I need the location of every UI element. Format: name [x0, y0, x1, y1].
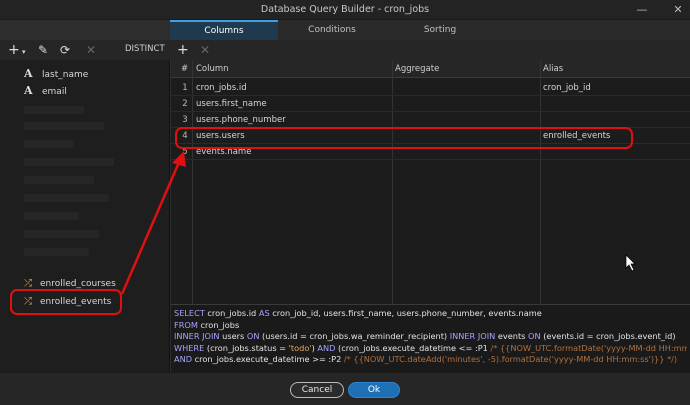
sql-comment: /* {{NOW_UTC.formatDate('yyyy-MM-dd HH:m…	[490, 342, 688, 353]
blurred-item	[24, 122, 104, 130]
blurred-item	[24, 140, 74, 148]
sql-keyword: SELECT	[174, 308, 205, 318]
sql-text: (users.id = cron_jobs.wa_reminder_recipi…	[259, 331, 450, 342]
tab-conditions[interactable]: Conditions	[278, 20, 386, 40]
blurred-item	[24, 176, 94, 184]
sql-text: (cron_jobs.execute_datetime <= :P1	[335, 342, 491, 353]
ok-button[interactable]: Ok	[348, 382, 400, 398]
sql-text: (events.id = cron_jobs.event_id)	[540, 331, 676, 342]
sql-string: 'todo'	[288, 342, 312, 353]
sql-keyword: INNER JOIN	[449, 331, 496, 342]
highlight-relation-annotation	[10, 289, 122, 315]
sql-text: cron_job_id, users.first_name, users.pho…	[269, 308, 542, 318]
sql-line: WHERE (cron_jobs.status = 'todo') AND (c…	[174, 343, 687, 355]
title-bar: Database Query Builder - cron_jobs — ✕	[0, 0, 690, 20]
blurred-item	[24, 194, 109, 202]
pencil-icon[interactable]: ✎	[38, 42, 48, 58]
grid-header: # Column Aggregate Alias	[171, 60, 690, 78]
sql-text: (cron_jobs.status =	[204, 342, 289, 353]
blurred-item	[24, 230, 99, 238]
sql-preview[interactable]: SELECT cron_jobs.id AS cron_job_id, user…	[171, 304, 690, 372]
sql-line: AND cron_jobs.execute_datetime >= :P2 /*…	[174, 354, 687, 366]
highlight-row-annotation	[175, 127, 633, 149]
close-icon[interactable]: ✕	[670, 2, 686, 18]
header-num: #	[181, 64, 189, 74]
sql-keyword: INNER JOIN	[174, 331, 220, 342]
left-toolbar: + ▾ ✎ ⟳ ✕ DISTINCT	[0, 40, 170, 60]
text-field-icon: A	[24, 67, 33, 80]
tab-bar: Columns Conditions Sorting	[170, 20, 690, 40]
sql-comment: /* {{NOW_UTC.dateAdd('minutes', -5).form…	[343, 354, 678, 365]
remove-column-button[interactable]: ✕	[200, 42, 210, 58]
relation-label: enrolled_courses	[40, 279, 116, 289]
header-column[interactable]: Column	[196, 60, 229, 78]
blurred-item	[24, 158, 114, 166]
field-email[interactable]: Aemail	[24, 83, 67, 99]
table-row[interactable]: 3 users.phone_number	[171, 112, 690, 128]
sql-line: FROM cron_jobs	[174, 320, 687, 332]
blurred-item	[24, 106, 84, 114]
text-field-icon: A	[24, 84, 33, 97]
right-toolbar: + ✕	[170, 40, 690, 60]
sql-keyword: AND	[174, 354, 193, 365]
row-column[interactable]: users.phone_number	[196, 112, 286, 128]
fields-tree: Alast_name Aemail ⤮ enrolled_courses ⤮ enr…	[0, 60, 170, 372]
sql-keyword: WHERE	[174, 342, 205, 353]
sql-line: INNER JOIN users ON (users.id = cron_job…	[174, 331, 687, 343]
sql-text: cron_jobs	[197, 319, 240, 330]
header-aggregate[interactable]: Aggregate	[395, 60, 439, 78]
window-title: Database Query Builder - cron_jobs	[260, 4, 430, 15]
row-column[interactable]: users.first_name	[196, 96, 267, 112]
sql-line: SELECT cron_jobs.id AS cron_job_id, user…	[174, 308, 687, 320]
chevron-down-icon[interactable]: ▾	[22, 44, 26, 60]
row-number: 1	[182, 83, 188, 93]
table-row[interactable]: 2 users.first_name	[171, 96, 690, 112]
sql-text: cron_jobs.execute_datetime >= :P2	[192, 354, 344, 365]
field-last-name[interactable]: Alast_name	[24, 66, 88, 82]
sql-keyword: FROM	[174, 319, 198, 330]
columns-grid: # Column Aggregate Alias 1 cron_jobs.id …	[171, 60, 690, 304]
tab-sorting[interactable]: Sorting	[386, 20, 494, 40]
sql-text: users	[219, 331, 247, 342]
blurred-item	[24, 212, 79, 220]
dialog-footer: Cancel Ok	[0, 372, 690, 405]
field-label: last_name	[42, 70, 89, 80]
row-number: 2	[182, 99, 188, 109]
sql-keyword: ON	[528, 331, 541, 342]
add-field-button[interactable]: +	[8, 42, 20, 58]
sql-keyword: AND	[317, 342, 336, 353]
sql-keyword: AS	[258, 308, 270, 318]
field-label: email	[42, 87, 67, 97]
blurred-item	[24, 248, 89, 256]
row-alias[interactable]: cron_job_id	[543, 80, 591, 96]
cancel-button[interactable]: Cancel	[290, 382, 344, 398]
sql-text: events	[495, 331, 529, 342]
add-column-button[interactable]: +	[177, 42, 189, 58]
row-number: 3	[182, 115, 188, 125]
table-row[interactable]: 1 cron_jobs.id cron_job_id	[171, 80, 690, 96]
minimize-icon[interactable]: —	[634, 2, 650, 18]
remove-icon[interactable]: ✕	[86, 42, 96, 58]
sql-keyword: ON	[246, 331, 260, 342]
query-builder-window: Database Query Builder - cron_jobs — ✕ C…	[0, 0, 690, 405]
row-column[interactable]: cron_jobs.id	[196, 80, 247, 96]
distinct-toggle[interactable]: DISTINCT	[125, 44, 165, 54]
header-alias[interactable]: Alias	[543, 60, 563, 78]
tab-columns[interactable]: Columns	[170, 20, 278, 40]
sql-text: cron_jobs.id	[204, 308, 259, 318]
refresh-icon[interactable]: ⟳	[60, 42, 70, 58]
